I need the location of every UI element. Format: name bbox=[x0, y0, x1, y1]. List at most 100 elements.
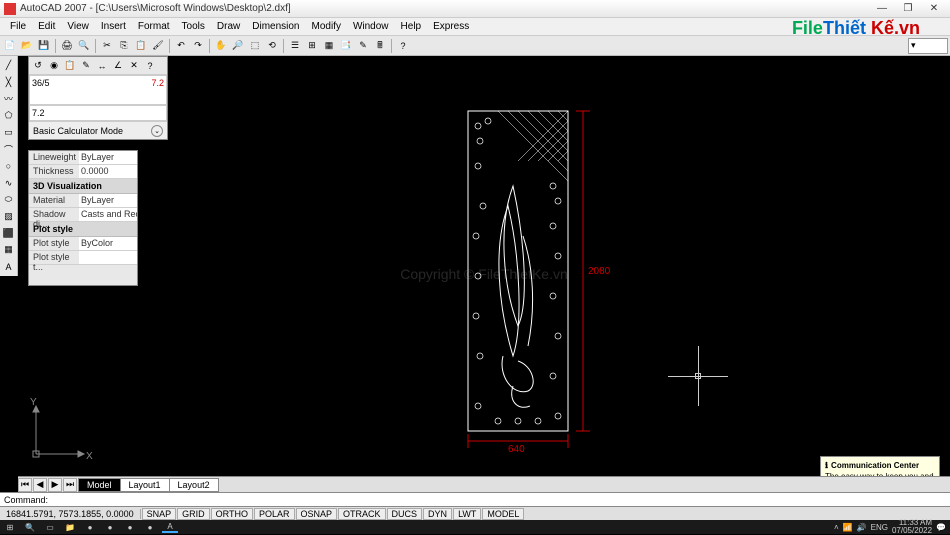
menu-format[interactable]: Format bbox=[132, 19, 176, 34]
tool-palette-icon[interactable]: ▦ bbox=[321, 38, 337, 54]
calc-intersect-icon[interactable]: ✕ bbox=[127, 59, 141, 73]
dyn-toggle[interactable]: DYN bbox=[423, 508, 452, 520]
calc-icon[interactable]: 🖩 bbox=[372, 38, 388, 54]
lwt-toggle[interactable]: LWT bbox=[453, 508, 481, 520]
model-toggle[interactable]: MODEL bbox=[482, 508, 524, 520]
taskview-icon[interactable]: ▭ bbox=[42, 521, 58, 533]
menu-edit[interactable]: Edit bbox=[32, 19, 61, 34]
ellipse-icon[interactable]: ⬭ bbox=[1, 192, 17, 207]
new-icon[interactable]: 📄 bbox=[2, 38, 18, 54]
zoom-icon[interactable]: 🔎 bbox=[230, 38, 246, 54]
polyline-icon[interactable]: 〰 bbox=[1, 91, 17, 106]
print-icon[interactable]: 🖨 bbox=[59, 38, 75, 54]
arc-icon[interactable]: ⌒ bbox=[1, 142, 17, 157]
mtext-icon[interactable]: A bbox=[1, 259, 17, 274]
maximize-button[interactable]: ❐ bbox=[896, 2, 920, 16]
cut-icon[interactable]: ✂ bbox=[99, 38, 115, 54]
autocad-taskbar-icon[interactable]: A bbox=[162, 521, 178, 533]
undo-icon[interactable]: ↶ bbox=[173, 38, 189, 54]
calc-help-icon[interactable]: ? bbox=[143, 59, 157, 73]
tab-next-icon[interactable]: ▶ bbox=[48, 478, 62, 492]
tab-last-icon[interactable]: ⏭ bbox=[63, 478, 77, 492]
ducs-toggle[interactable]: DUCS bbox=[387, 508, 423, 520]
menu-dimension[interactable]: Dimension bbox=[246, 19, 305, 34]
workspace-select[interactable]: ▾ bbox=[908, 38, 948, 54]
calc-paste-icon[interactable]: 📋 bbox=[63, 59, 77, 73]
calc-clear-icon[interactable]: ↺ bbox=[31, 59, 45, 73]
minimize-button[interactable]: — bbox=[870, 2, 894, 16]
circle-icon[interactable]: ○ bbox=[1, 159, 17, 174]
region-icon[interactable]: ⬛ bbox=[1, 226, 17, 241]
save-icon[interactable]: 💾 bbox=[36, 38, 52, 54]
menu-modify[interactable]: Modify bbox=[306, 19, 347, 34]
tab-layout2[interactable]: Layout2 bbox=[169, 478, 219, 492]
match-icon[interactable]: 🖌 bbox=[150, 38, 166, 54]
help-icon[interactable]: ? bbox=[395, 38, 411, 54]
redo-icon[interactable]: ↷ bbox=[190, 38, 206, 54]
pan-icon[interactable]: ✋ bbox=[213, 38, 229, 54]
prop-section-plot[interactable]: Plot style bbox=[29, 222, 137, 237]
markup-icon[interactable]: ✎ bbox=[355, 38, 371, 54]
xline-icon[interactable]: ╳ bbox=[1, 75, 17, 90]
menu-insert[interactable]: Insert bbox=[95, 19, 132, 34]
prop-lineweight-value[interactable]: ByLayer bbox=[79, 151, 137, 164]
tab-first-icon[interactable]: ⏮ bbox=[18, 478, 32, 492]
ortho-toggle[interactable]: ORTHO bbox=[211, 508, 253, 520]
table-icon[interactable]: ▦ bbox=[1, 243, 17, 258]
search-icon[interactable]: 🔍 bbox=[22, 521, 38, 533]
start-button[interactable]: ⊞ bbox=[2, 521, 18, 533]
tab-model[interactable]: Model bbox=[78, 478, 121, 492]
properties-icon[interactable]: ☰ bbox=[287, 38, 303, 54]
zoom-prev-icon[interactable]: ⟲ bbox=[264, 38, 280, 54]
grid-toggle[interactable]: GRID bbox=[177, 508, 210, 520]
calc-history-icon[interactable]: ◉ bbox=[47, 59, 61, 73]
command-line[interactable]: Command: bbox=[0, 492, 950, 506]
prop-thickness-value[interactable]: 0.0000 bbox=[79, 165, 137, 178]
prop-material-value[interactable]: ByLayer bbox=[79, 194, 137, 207]
tab-layout1[interactable]: Layout1 bbox=[120, 478, 170, 492]
copy-icon[interactable]: ⎘ bbox=[116, 38, 132, 54]
menu-view[interactable]: View bbox=[61, 19, 95, 34]
hatch-icon[interactable]: ▨ bbox=[1, 209, 17, 224]
ssm-icon[interactable]: 📑 bbox=[338, 38, 354, 54]
app3-icon[interactable]: ● bbox=[122, 521, 138, 533]
app1-icon[interactable]: ● bbox=[82, 521, 98, 533]
tab-prev-icon[interactable]: ◀ bbox=[33, 478, 47, 492]
spline-icon[interactable]: ∿ bbox=[1, 176, 17, 191]
otrack-toggle[interactable]: OTRACK bbox=[338, 508, 386, 520]
close-button[interactable]: ✕ bbox=[922, 2, 946, 16]
menu-file[interactable]: File bbox=[4, 19, 32, 34]
rectangle-icon[interactable]: ▭ bbox=[1, 125, 17, 140]
menu-express[interactable]: Express bbox=[427, 19, 475, 34]
calc-angle-icon[interactable]: ∠ bbox=[111, 59, 125, 73]
tray-lang[interactable]: ENG bbox=[871, 523, 888, 532]
explorer-icon[interactable]: 📁 bbox=[62, 521, 78, 533]
calc-mode-toggle-icon[interactable]: ⌄ bbox=[151, 125, 163, 137]
open-icon[interactable]: 📂 bbox=[19, 38, 35, 54]
calc-result-field[interactable]: 7.2 bbox=[29, 105, 167, 121]
menu-tools[interactable]: Tools bbox=[176, 19, 211, 34]
menu-help[interactable]: Help bbox=[395, 19, 428, 34]
calc-expression-input[interactable]: 36/57.2 bbox=[29, 75, 167, 105]
calc-dist-icon[interactable]: ↔ bbox=[95, 59, 109, 73]
prop-plot2-value[interactable] bbox=[79, 251, 137, 264]
polar-toggle[interactable]: POLAR bbox=[254, 508, 295, 520]
snap-toggle[interactable]: SNAP bbox=[142, 508, 177, 520]
tray-notifications-icon[interactable]: 💬 bbox=[936, 523, 946, 532]
paste-icon[interactable]: 📋 bbox=[133, 38, 149, 54]
menu-draw[interactable]: Draw bbox=[211, 19, 246, 34]
prop-shadow-value[interactable]: Casts and Receives... bbox=[79, 208, 137, 221]
tray-chevron-icon[interactable]: ˄ bbox=[834, 523, 839, 532]
app4-icon[interactable]: ● bbox=[142, 521, 158, 533]
osnap-toggle[interactable]: OSNAP bbox=[296, 508, 338, 520]
zoom-window-icon[interactable]: ⬚ bbox=[247, 38, 263, 54]
tray-volume-icon[interactable]: 🔊 bbox=[857, 523, 867, 532]
preview-icon[interactable]: 🔍 bbox=[76, 38, 92, 54]
tray-network-icon[interactable]: 📶 bbox=[843, 523, 853, 532]
prop-section-3d[interactable]: 3D Visualization bbox=[29, 179, 137, 194]
app2-icon[interactable]: ● bbox=[102, 521, 118, 533]
calc-getpoint-icon[interactable]: ✎ bbox=[79, 59, 93, 73]
menu-window[interactable]: Window bbox=[347, 19, 395, 34]
prop-plotstyle-value[interactable]: ByColor bbox=[79, 237, 137, 250]
polygon-icon[interactable]: ⬠ bbox=[1, 108, 17, 123]
